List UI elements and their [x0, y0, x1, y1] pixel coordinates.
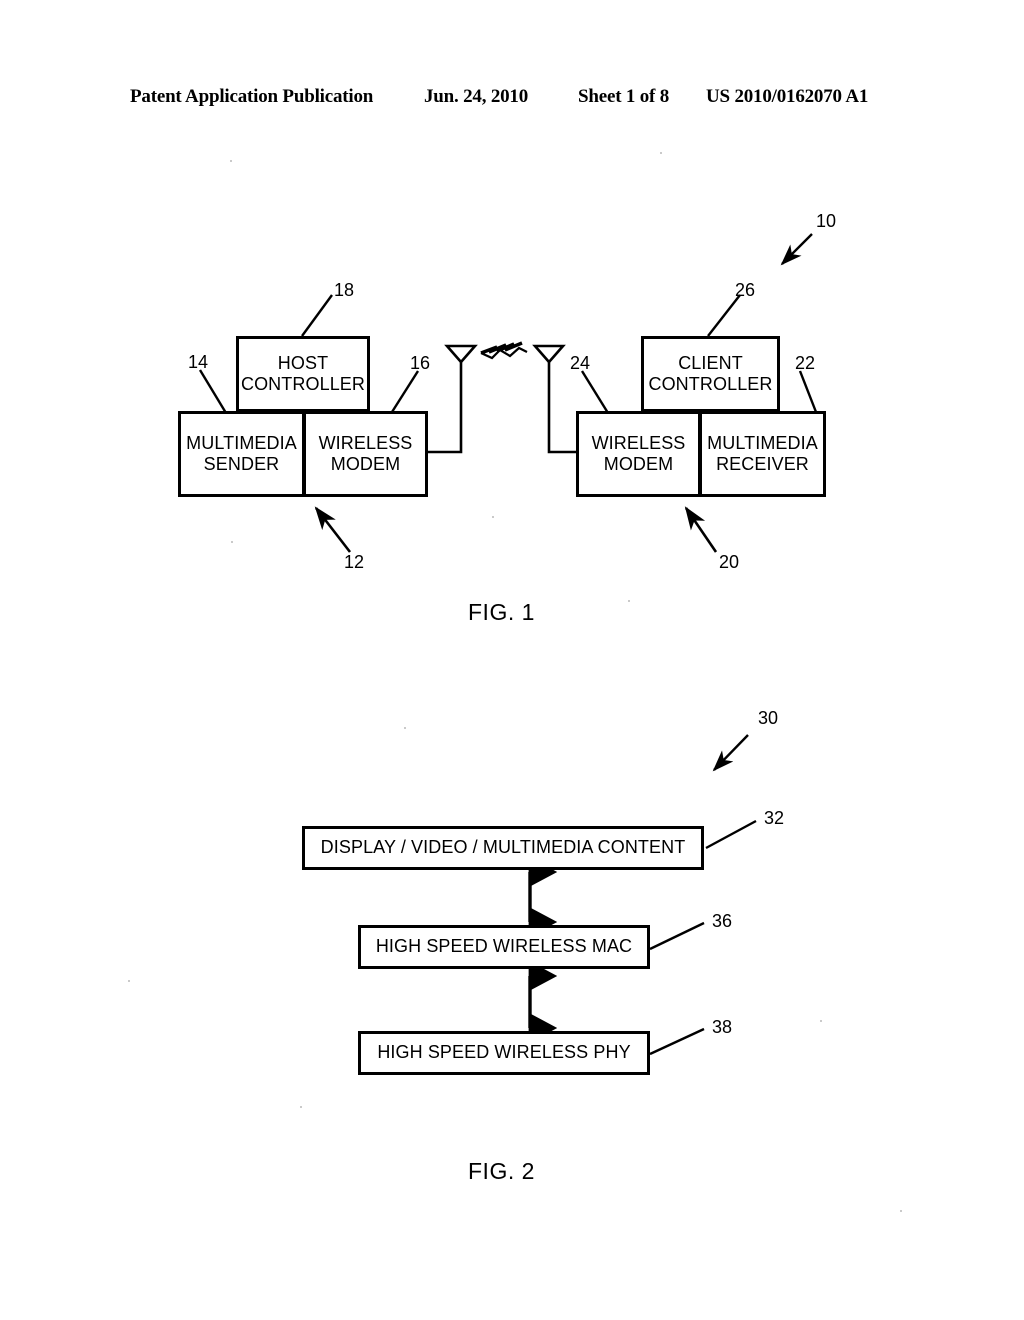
wireless-modem-host-label-line1: WIRELESS: [318, 432, 413, 453]
scan-speck: [900, 1210, 902, 1212]
fig1-leader-22: [798, 370, 818, 413]
fig2-leader-32: [705, 819, 757, 850]
header-sheet-number: Sheet 1 of 8: [578, 86, 670, 107]
fig1-ref-12: 12: [344, 552, 365, 572]
wireless-modem-client-label-line1: WIRELESS: [591, 432, 686, 453]
scan-speck: [660, 152, 662, 154]
fig2-box-mac-layer: HIGH SPEED WIRELESS MAC: [358, 925, 650, 969]
fig1-ref-24: 24: [570, 353, 591, 373]
page-header: Patent Application Publication Jun. 24, …: [0, 86, 1024, 116]
fig2-leader-36: [649, 921, 705, 951]
fig1-ref-22: 22: [795, 353, 816, 373]
fig1-system-leader: [780, 233, 813, 266]
fig1-ref-20: 20: [719, 552, 740, 572]
multimedia-sender-label-line1: MULTIMEDIA: [186, 432, 297, 453]
header-publication-title: Patent Application Publication: [130, 86, 374, 107]
fig2-caption: FIG. 2: [468, 1158, 535, 1184]
fig1-box-host-controller: HOST CONTROLLER: [236, 336, 370, 412]
fig1-leader-14: [198, 369, 228, 414]
multimedia-sender-label-line2: SENDER: [203, 454, 280, 474]
scan-speck: [492, 516, 494, 518]
fig1-caption: FIG. 1: [468, 599, 535, 625]
fig1-box-multimedia-sender: MULTIMEDIA SENDER: [178, 411, 305, 497]
fig2-leader-38: [649, 1027, 705, 1056]
fig1-leader-26: [707, 294, 741, 337]
fig1-leader-20: [684, 506, 718, 553]
scan-speck: [230, 160, 232, 162]
fig1-box-wireless-modem-host: WIRELESS MODEM: [303, 411, 428, 497]
fig2-box-phy-layer: HIGH SPEED WIRELESS PHY: [358, 1031, 650, 1075]
multimedia-receiver-label-line2: RECEIVER: [716, 454, 809, 474]
host-controller-label-line2: CONTROLLER: [240, 374, 366, 394]
fig1-leader-24: [580, 370, 610, 414]
scan-speck: [820, 1020, 822, 1022]
fig2-content-layer-label: DISPLAY / VIDEO / MULTIMEDIA CONTENT: [320, 837, 686, 858]
fig1-leader-16: [390, 370, 420, 413]
fig1-box-multimedia-receiver: MULTIMEDIA RECEIVER: [699, 411, 826, 497]
scan-speck: [128, 980, 130, 982]
fig2-phy-layer-label: HIGH SPEED WIRELESS PHY: [377, 1042, 631, 1063]
header-publication-date: Jun. 24, 2010: [424, 86, 529, 107]
header-patent-number: US 2010/0162070 A1: [706, 86, 869, 107]
fig2-ref-32: 32: [764, 808, 785, 828]
client-controller-label-line2: CONTROLLER: [648, 374, 773, 394]
fig2-box-content-layer: DISPLAY / VIDEO / MULTIMEDIA CONTENT: [302, 826, 704, 870]
transmit-antenna: [428, 344, 478, 454]
fig1-ref-18: 18: [334, 280, 355, 300]
fig1-leader-18: [301, 294, 333, 337]
scan-speck: [231, 541, 233, 543]
client-controller-label-line1: CLIENT: [678, 352, 743, 373]
fig1-box-wireless-modem-client: WIRELESS MODEM: [576, 411, 701, 497]
fig2-ref-30: 30: [758, 708, 779, 728]
scan-speck: [300, 1106, 302, 1108]
wireless-modem-client-label-line2: MODEM: [603, 454, 674, 474]
fig2-stack-leader: [712, 734, 749, 772]
fig1-leader-12: [314, 506, 352, 553]
figure-line-work: [198, 233, 818, 1056]
scan-speck: [628, 600, 630, 602]
scan-speck: [404, 727, 406, 729]
wireless-rf-link: [480, 341, 528, 360]
host-controller-label-line1: HOST: [277, 352, 329, 373]
multimedia-receiver-label-line1: MULTIMEDIA: [707, 432, 818, 453]
fig1-ref-16: 16: [410, 353, 431, 373]
fig1-box-client-controller: CLIENT CONTROLLER: [641, 336, 780, 412]
fig1-ref-26: 26: [735, 280, 756, 300]
fig1-ref-14: 14: [188, 352, 209, 372]
fig2-mac-layer-label: HIGH SPEED WIRELESS MAC: [375, 936, 633, 957]
wireless-modem-host-label-line2: MODEM: [330, 454, 401, 474]
fig2-ref-38: 38: [712, 1017, 733, 1037]
fig2-ref-36: 36: [712, 911, 733, 931]
fig1-ref-10: 10: [816, 211, 837, 231]
